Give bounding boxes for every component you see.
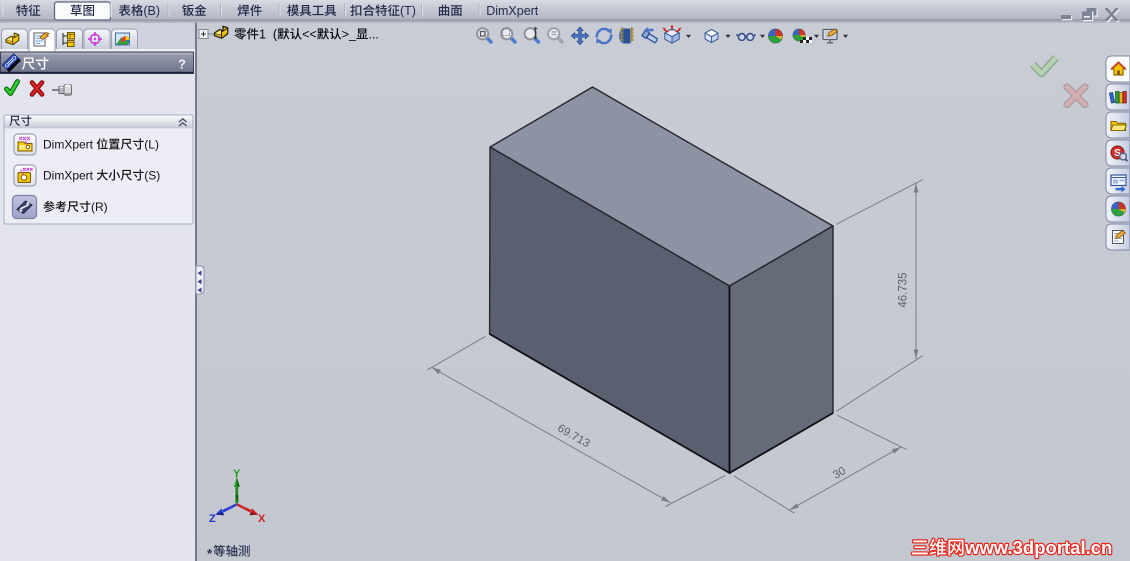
svg-text:(R): (R) [91, 200, 108, 214]
svg-text:www.3dportal.cn: www.3dportal.cn [964, 537, 1112, 558]
svg-text:X: X [258, 513, 266, 525]
svg-text:1 (: 1 ( [259, 28, 278, 42]
svg-text:>_: >_ [342, 28, 357, 42]
svg-text:<<: << [302, 28, 317, 42]
svg-text:(T): (T) [400, 4, 416, 18]
svg-text:(B): (B) [143, 4, 160, 18]
svg-text:(S): (S) [144, 169, 160, 183]
svg-text:DimXpert: DimXpert [43, 138, 96, 152]
svg-text:...: ... [368, 28, 378, 42]
svg-text:Y: Y [233, 468, 241, 480]
svg-text:(L): (L) [144, 138, 159, 152]
svg-text:Z: Z [209, 513, 216, 525]
svg-text:DimXpert: DimXpert [486, 4, 539, 18]
svg-text:?: ? [178, 57, 186, 72]
svg-text:46.735: 46.735 [898, 272, 910, 307]
svg-text:DimXpert: DimXpert [43, 169, 96, 183]
